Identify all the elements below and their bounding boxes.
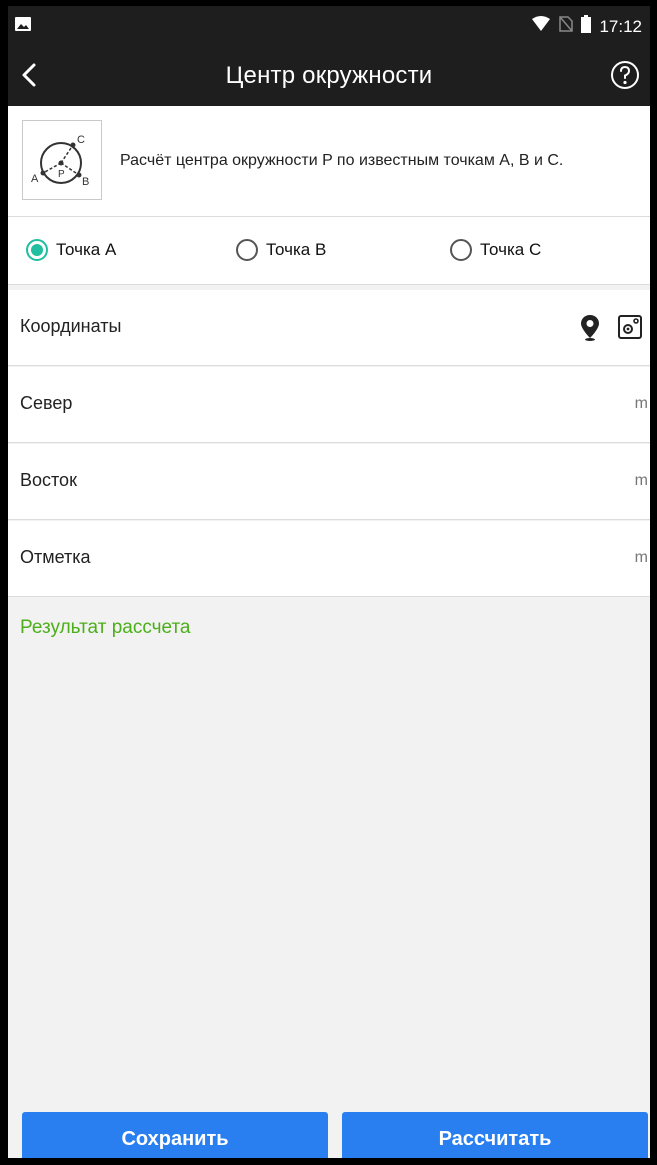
- diagram-label-b: B: [82, 176, 89, 188]
- radio-point-c[interactable]: Точка C: [450, 239, 541, 261]
- app-bar: Центр окружности: [8, 44, 650, 106]
- field-unit: m: [634, 472, 648, 489]
- info-panel: C A B P Расчёт центра окружности P по из…: [8, 106, 650, 217]
- coordinates-row: Координаты: [8, 290, 650, 366]
- circle-center-diagram: C A B P: [22, 120, 102, 200]
- radio-label: Точка B: [266, 240, 327, 259]
- field-unit: m: [634, 549, 648, 566]
- field-label: Восток: [20, 470, 77, 490]
- save-button[interactable]: Сохранить: [22, 1112, 328, 1158]
- gallery-icon: [14, 16, 32, 37]
- result-heading: Результат рассчета: [20, 617, 191, 638]
- page-title: Центр окружности: [225, 62, 433, 89]
- help-icon[interactable]: [608, 58, 642, 92]
- field-label: Отметка: [20, 547, 91, 567]
- app-screen: 17:12 Центр окружности C A B P Расчёт це…: [8, 6, 650, 1158]
- field-north[interactable]: Север m: [8, 367, 650, 443]
- field-unit: m: [634, 395, 648, 412]
- coordinates-label: Координаты: [20, 316, 122, 336]
- field-east[interactable]: Восток m: [8, 444, 650, 520]
- radio-point-b[interactable]: Точка B: [236, 239, 326, 261]
- radio-unchecked-icon: [236, 239, 258, 261]
- diagram-label-a: A: [31, 173, 39, 185]
- battery-icon: [581, 15, 592, 38]
- radio-label: Точка C: [480, 240, 542, 259]
- status-bar: 17:12: [8, 6, 650, 44]
- status-time: 17:12: [599, 16, 642, 36]
- diagram-label-c: C: [77, 134, 85, 146]
- no-sim-icon: [559, 16, 574, 37]
- point-selector: Точка A Точка B Точка C: [8, 217, 650, 285]
- radio-unchecked-icon: [450, 239, 472, 261]
- radio-checked-icon: [26, 239, 48, 261]
- map-point-icon[interactable]: [616, 312, 644, 342]
- location-pin-icon[interactable]: [576, 312, 604, 342]
- radio-label: Точка A: [56, 240, 117, 259]
- radio-point-a[interactable]: Точка A: [26, 239, 116, 261]
- wifi-icon: [531, 16, 551, 37]
- field-elevation[interactable]: Отметка m: [8, 521, 650, 597]
- diagram-label-p: P: [58, 169, 65, 180]
- description-text: Расчёт центра окружности P по известным …: [120, 152, 564, 169]
- calculate-button[interactable]: Рассчитать: [342, 1112, 648, 1158]
- field-label: Север: [20, 393, 73, 413]
